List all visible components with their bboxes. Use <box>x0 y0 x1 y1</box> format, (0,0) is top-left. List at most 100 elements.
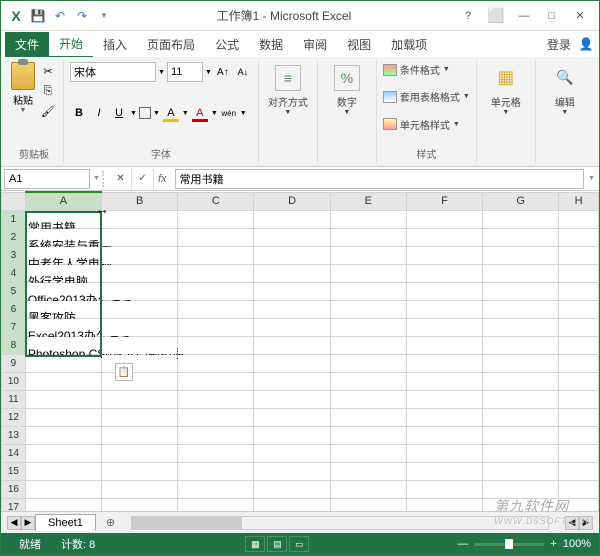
close-button[interactable]: ✕ <box>567 6 593 26</box>
cell-D14[interactable] <box>254 444 330 462</box>
cell-B16[interactable] <box>102 480 178 498</box>
col-header[interactable]: E <box>330 192 406 210</box>
row-header[interactable]: 5 <box>2 282 26 300</box>
cell-B11[interactable] <box>102 390 178 408</box>
cell-G10[interactable] <box>483 372 559 390</box>
cell-H6[interactable] <box>559 300 599 318</box>
zoom-value[interactable]: 100% <box>563 538 591 550</box>
cell-C9[interactable] <box>178 354 254 372</box>
cell-F2[interactable] <box>406 228 482 246</box>
cell-E10[interactable] <box>330 372 406 390</box>
row-header[interactable]: 6 <box>2 300 26 318</box>
formula-input[interactable] <box>175 169 585 189</box>
format-painter-icon[interactable]: 🖌 <box>39 102 57 120</box>
cell-G4[interactable] <box>483 264 559 282</box>
cell-H8[interactable] <box>559 336 599 354</box>
cell-style-button[interactable]: 单元格样式 ▼ <box>383 117 470 132</box>
cell-C11[interactable] <box>178 390 254 408</box>
increase-size-icon[interactable]: A↑ <box>214 63 232 81</box>
cell-E1[interactable] <box>330 210 406 228</box>
cell-B9[interactable] <box>102 354 178 372</box>
grid[interactable]: ABCDEFGH1常用书籍2系统安装与重装3中老年人学电脑4外行学电脑5Offi… <box>1 191 599 511</box>
row-header[interactable]: 2 <box>2 228 26 246</box>
table-format-button[interactable]: 套用表格格式 ▼ <box>383 89 470 104</box>
cell-B3[interactable] <box>102 246 178 264</box>
minimize-button[interactable]: — <box>511 6 537 26</box>
tab-view[interactable]: 视图 <box>337 32 381 57</box>
cell-C3[interactable] <box>178 246 254 264</box>
cell-D13[interactable] <box>254 426 330 444</box>
cell-C12[interactable] <box>178 408 254 426</box>
cell-E5[interactable] <box>330 282 406 300</box>
cell-A13[interactable] <box>25 426 101 444</box>
cell-B14[interactable] <box>102 444 178 462</box>
cell-B13[interactable] <box>102 426 178 444</box>
cell-F16[interactable] <box>406 480 482 498</box>
row-header[interactable]: 15 <box>2 462 26 480</box>
tab-review[interactable]: 审阅 <box>293 32 337 57</box>
row-header[interactable]: 1 <box>2 210 26 228</box>
tab-file[interactable]: 文件 <box>5 32 49 57</box>
cell-H15[interactable] <box>559 462 599 480</box>
sheet-nav-next[interactable]: ▶ <box>21 516 35 530</box>
cell-C13[interactable] <box>178 426 254 444</box>
cell-E9[interactable] <box>330 354 406 372</box>
conditional-format-button[interactable]: 条件格式 ▼ <box>383 62 470 77</box>
cell-F4[interactable] <box>406 264 482 282</box>
cell-E13[interactable] <box>330 426 406 444</box>
login-link[interactable]: 登录 <box>541 36 577 53</box>
font-color-icon[interactable]: A <box>191 104 209 122</box>
row-header[interactable]: 4 <box>2 264 26 282</box>
fill-color-icon[interactable]: A <box>162 104 180 122</box>
tab-insert[interactable]: 插入 <box>93 32 137 57</box>
tab-layout[interactable]: 页面布局 <box>137 32 205 57</box>
cell-D17[interactable] <box>254 498 330 511</box>
row-header[interactable]: 7 <box>2 318 26 336</box>
cell-D6[interactable] <box>254 300 330 318</box>
cell-H11[interactable] <box>559 390 599 408</box>
cell-G16[interactable] <box>483 480 559 498</box>
cell-A16[interactable] <box>25 480 101 498</box>
font-name-combo[interactable] <box>70 62 156 82</box>
cell-F13[interactable] <box>406 426 482 444</box>
cell-H16[interactable] <box>559 480 599 498</box>
cell-G15[interactable] <box>483 462 559 480</box>
scroll-right[interactable]: ▶ <box>579 516 593 530</box>
number-button[interactable]: % 数字 ▼ <box>324 62 370 118</box>
cell-G7[interactable] <box>483 318 559 336</box>
paste-options-icon[interactable]: 📋 <box>115 363 133 381</box>
view-break-icon[interactable]: ▭ <box>289 536 309 552</box>
cell-C2[interactable] <box>178 228 254 246</box>
cell-F12[interactable] <box>406 408 482 426</box>
view-normal-icon[interactable]: ▦ <box>245 536 265 552</box>
cell-B10[interactable] <box>102 372 178 390</box>
sheet-nav-prev[interactable]: ◀ <box>7 516 21 530</box>
cell-C16[interactable] <box>178 480 254 498</box>
row-header[interactable]: 11 <box>2 390 26 408</box>
cell-B17[interactable] <box>102 498 178 511</box>
cell-E17[interactable] <box>330 498 406 511</box>
col-header[interactable]: C <box>178 192 254 210</box>
zoom-slider[interactable]: — + 100% <box>457 538 591 550</box>
font-size-combo[interactable] <box>167 62 203 82</box>
cell-F14[interactable] <box>406 444 482 462</box>
cell-G6[interactable] <box>483 300 559 318</box>
col-header[interactable]: F <box>406 192 482 210</box>
cell-B8[interactable] <box>102 336 178 354</box>
cell-D7[interactable] <box>254 318 330 336</box>
undo-icon[interactable]: ↶ <box>51 7 69 25</box>
row-header[interactable]: 8 <box>2 336 26 354</box>
cell-D16[interactable] <box>254 480 330 498</box>
col-header[interactable]: H <box>559 192 599 210</box>
cells-button[interactable]: ▦ 单元格 ▼ <box>483 62 529 118</box>
tab-addins[interactable]: 加载项 <box>381 32 437 57</box>
cell-E2[interactable] <box>330 228 406 246</box>
zoom-out-icon[interactable]: — <box>457 538 468 550</box>
cell-F17[interactable] <box>406 498 482 511</box>
cell-G2[interactable] <box>483 228 559 246</box>
maximize-button[interactable]: □ <box>539 6 565 26</box>
cell-A5[interactable]: Office2013办公专家 <box>25 282 101 300</box>
sheet-tab[interactable]: Sheet1 <box>35 514 96 531</box>
qat-dropdown-icon[interactable]: ▼ <box>95 7 113 25</box>
cell-B6[interactable] <box>102 300 178 318</box>
